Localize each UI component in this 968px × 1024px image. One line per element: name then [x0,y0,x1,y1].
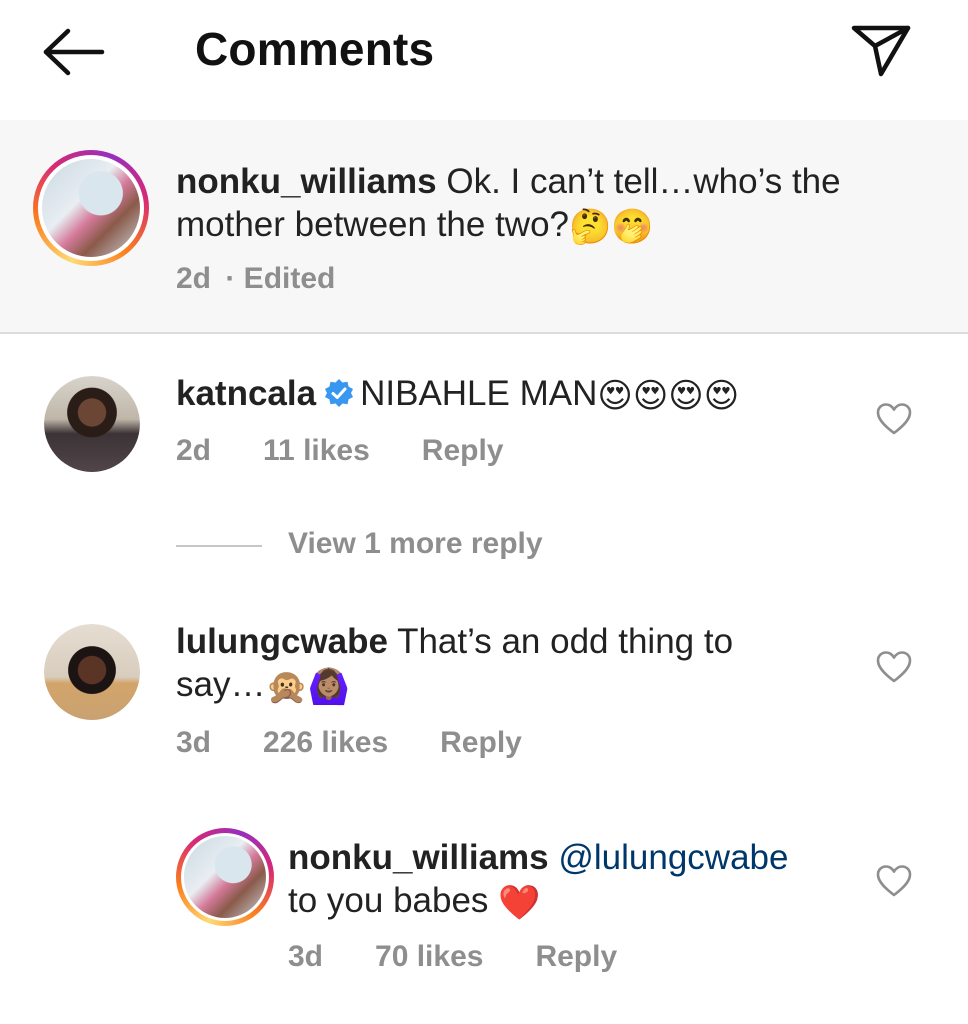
profile-photo [42,159,140,257]
like-button[interactable] [876,864,912,903]
avatar-nonku-williams[interactable] [176,828,274,926]
verified-badge-icon [324,375,354,407]
comment-username[interactable]: lulungcwabe [176,622,388,661]
comment-username[interactable]: katncala [176,374,316,413]
comment-emojis: 😍😍😍😍 [597,377,740,415]
heart-icon [876,865,912,897]
heart-icon [876,651,912,683]
avatar-katncala[interactable] [44,376,140,472]
reply-button[interactable]: Reply [422,434,504,467]
arrow-left-icon [43,28,105,76]
caption-meta: 2d · Edited [176,262,387,296]
view-more-divider [176,545,262,547]
comment-meta: 2d 11 likes Reply [176,434,556,468]
comment-body: to you babes [288,881,489,920]
comment-meta: 3d 70 likes Reply [288,940,669,974]
view-more-replies-button[interactable]: View 1 more reply [288,527,543,561]
avatar-nonku-williams[interactable] [33,150,149,266]
comment-emojis: 🙊🙆🏽‍♀️ [265,668,351,706]
comment-text: nonku_williams @lulungcwabe to you babes… [288,836,848,925]
avatar-lulungcwabe[interactable] [44,624,140,720]
comment-emojis: ❤️ [498,884,541,922]
profile-photo [184,836,266,918]
paper-plane-icon [851,25,911,77]
profile-photo [44,376,140,472]
comment-time: 2d [176,434,212,467]
comment-text: lulungcwabe That’s an odd thing to say…🙊… [176,620,816,709]
page-title: Comments [195,23,435,75]
caption-text: nonku_williams Ok. I can’t tell…who’s th… [176,160,896,249]
comment-body: NIBAHLE MAN [360,374,598,413]
comment-text: katncala NIBAHLE MAN😍😍😍😍 [176,372,836,418]
back-button[interactable] [40,24,110,80]
caption-edited: · Edited [225,262,336,295]
caption-emojis: 🤔🤭 [569,208,654,246]
caption-divider [0,332,968,334]
caption-time: 2d [176,262,212,295]
comment-likes[interactable]: 226 likes [263,726,388,759]
comment-time: 3d [176,726,212,759]
comment-likes[interactable]: 70 likes [375,940,483,973]
reply-button[interactable]: Reply [440,726,522,759]
like-button[interactable] [876,650,912,689]
reply-button[interactable]: Reply [535,940,617,973]
caption-username[interactable]: nonku_williams [176,162,437,201]
mention-link[interactable]: @lulungcwabe [558,838,788,877]
profile-photo [44,624,140,720]
share-button[interactable] [848,22,914,80]
like-button[interactable] [876,402,912,441]
comment-likes[interactable]: 11 likes [263,434,370,467]
comment-username[interactable]: nonku_williams [288,838,549,877]
heart-icon [876,403,912,435]
comment-time: 3d [288,940,324,973]
comment-meta: 3d 226 likes Reply [176,726,574,760]
